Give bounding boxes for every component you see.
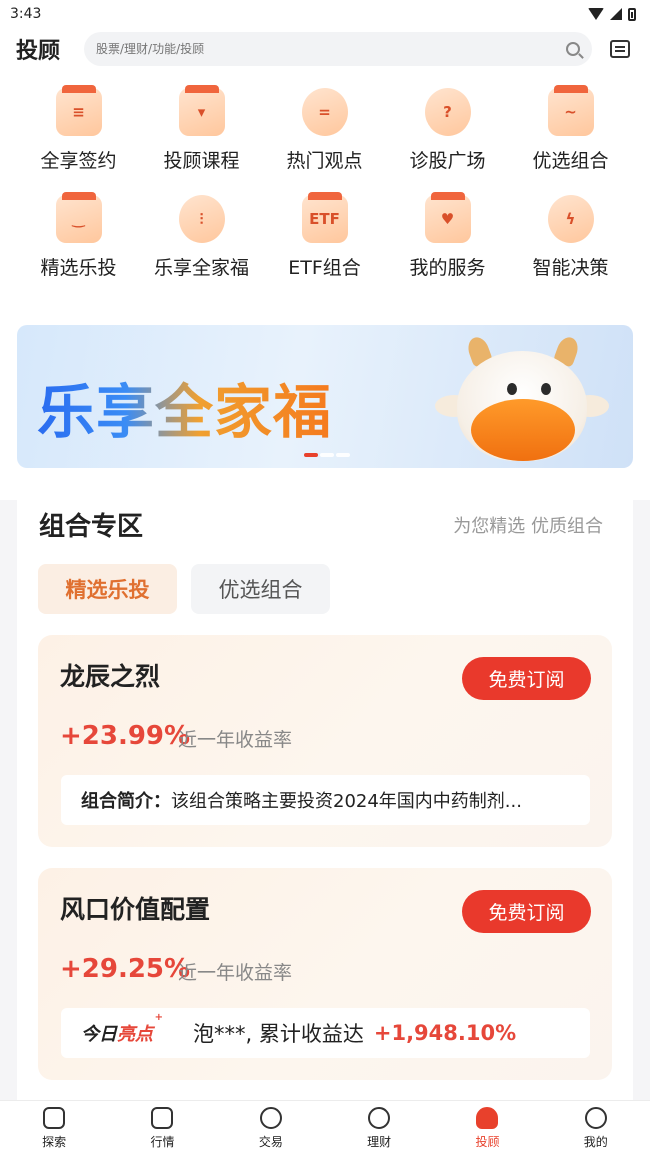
- advisor-person-icon: [476, 1106, 499, 1129]
- section-title: 组合专区: [39, 512, 144, 542]
- tabbar-item-trade[interactable]: 交易: [217, 1101, 325, 1155]
- grid-item-label: ETF组合: [288, 257, 361, 279]
- tabbar-item-market[interactable]: 行情: [108, 1101, 216, 1155]
- message-icon[interactable]: [610, 40, 630, 58]
- tabbar-label: 行情: [150, 1134, 175, 1149]
- battery-icon: [628, 7, 636, 21]
- portfolio-return-label: 近一年收益率: [178, 729, 293, 751]
- grid-item-label: 精选乐投: [40, 257, 117, 279]
- tabbar-label: 投顾: [475, 1134, 500, 1149]
- tabbar-item-explore[interactable]: 探索: [0, 1101, 108, 1155]
- grid-item-course[interactable]: ▾ 投顾课程: [140, 85, 263, 173]
- grid-item-label: 投顾课程: [163, 150, 240, 172]
- profile-face-icon: [584, 1106, 607, 1129]
- hot-opinion-icon: =: [301, 88, 348, 136]
- highlight-box: 今日亮点 泡***, 累计收益达 +1,948.10%: [61, 1008, 590, 1058]
- status-bar: 3:43: [0, 0, 650, 28]
- grid-item-family[interactable]: ⫶ 乐享全家福: [140, 195, 263, 280]
- pagination-dot: [320, 453, 334, 457]
- tabbar-label: 探索: [42, 1134, 67, 1149]
- portfolio-card[interactable]: 龙辰之烈 免费订阅 +23.99% 近一年收益率 组合简介： 该组合策略主要投资…: [38, 635, 612, 847]
- banner-title: 乐享全家福: [37, 365, 332, 449]
- explore-icon: [43, 1106, 66, 1129]
- portfolio-intro-box: 组合简介： 该组合策略主要投资2024年国内中药制剂...: [61, 775, 590, 825]
- badge-text-today: 今日: [81, 1024, 117, 1045]
- tab-selected-invest[interactable]: 精选乐投: [38, 564, 177, 614]
- banner-pagination: [304, 453, 350, 457]
- highlight-return-value: +1,948.10%: [373, 1021, 517, 1045]
- family-candle-icon: ⫶: [178, 195, 225, 243]
- pagination-dot: [336, 453, 350, 457]
- bottom-tab-bar: 探索 行情 交易 理财 投顾 我的: [0, 1100, 650, 1155]
- portfolio-section: 组合专区 为您精选 优质组合 精选乐投 优选组合 龙辰之烈 免费订阅 +23.9…: [17, 484, 633, 1124]
- grid-item-smart-decision[interactable]: ϟ 智能决策: [509, 195, 632, 280]
- grid-item-label: 乐享全家福: [153, 257, 249, 279]
- intro-text: 该组合策略主要投资2024年国内中药制剂...: [171, 791, 522, 812]
- portfolio-card[interactable]: 风口价值配置 免费订阅 +29.25% 近一年收益率 今日亮点 泡***, 累计…: [38, 868, 612, 1080]
- grid-item-hot-opinion[interactable]: = 热门观点: [263, 88, 386, 173]
- feature-grid: ≡ 全享签约 ▾ 投顾课程 = 热门观点 ? 诊股广场 ~ 优选组合 ‿ 精选乐…: [0, 85, 650, 280]
- portfolio-return-label: 近一年收益率: [178, 962, 293, 984]
- promo-banner[interactable]: 乐享全家福: [17, 325, 633, 468]
- grid-item-label: 全享签约: [40, 150, 117, 172]
- today-highlight-badge: 今日亮点: [81, 1012, 163, 1046]
- tabbar-label: 理财: [367, 1134, 392, 1149]
- heart-service-icon: ♥: [424, 192, 471, 243]
- tabbar-label: 交易: [258, 1134, 283, 1149]
- tabbar-item-wealth[interactable]: 理财: [325, 1101, 433, 1155]
- badge-text-highlight: 亮点: [117, 1024, 153, 1045]
- highlight-user-text: 泡***, 累计收益达: [193, 1022, 364, 1046]
- grid-item-stock-diagnosis[interactable]: ? 诊股广场: [386, 88, 509, 173]
- grid-item-selected-invest[interactable]: ‿ 精选乐投: [17, 192, 140, 280]
- intro-label: 组合简介：: [81, 791, 171, 812]
- status-time: 3:43: [10, 6, 42, 22]
- portfolio-name: 风口价值配置: [60, 895, 211, 924]
- market-chart-icon: [151, 1106, 174, 1129]
- wifi-icon: [588, 8, 604, 20]
- subscribe-button[interactable]: 免费订阅: [462, 657, 591, 700]
- cow-mascot-illustration: [435, 334, 609, 465]
- subscribe-button[interactable]: 免费订阅: [462, 890, 591, 933]
- search-box[interactable]: [84, 32, 592, 66]
- section-subtitle: 为您精选 优质组合: [453, 516, 603, 537]
- course-book-icon: ▾: [178, 85, 225, 136]
- portfolio-chart-icon: ~: [547, 85, 594, 136]
- pagination-dot-active: [304, 453, 318, 457]
- tab-preferred-portfolio[interactable]: 优选组合: [191, 564, 330, 614]
- tabbar-item-profile[interactable]: 我的: [542, 1101, 650, 1155]
- contract-icon: ≡: [55, 85, 102, 136]
- grid-item-label: 智能决策: [532, 257, 609, 279]
- tabbar-label: 我的: [583, 1134, 608, 1149]
- grid-item-label: 我的服务: [409, 257, 486, 279]
- search-input[interactable]: [96, 42, 536, 56]
- money-bag-icon: [368, 1106, 391, 1129]
- etf-icon: ETF: [301, 192, 348, 243]
- grid-item-portfolio[interactable]: ~ 优选组合: [509, 85, 632, 173]
- grid-item-label: 优选组合: [532, 150, 609, 172]
- grid-item-label: 热门观点: [286, 150, 363, 172]
- grid-item-contract[interactable]: ≡ 全享签约: [17, 85, 140, 173]
- smile-box-icon: ‿: [55, 192, 102, 243]
- grid-item-etf[interactable]: ETF ETF组合: [263, 192, 386, 280]
- signal-icon: [610, 8, 622, 20]
- header: 投顾: [0, 28, 650, 70]
- tabbar-item-advisor[interactable]: 投顾: [433, 1101, 541, 1155]
- lightbulb-icon: ϟ: [547, 195, 594, 243]
- portfolio-name: 龙辰之烈: [60, 662, 161, 691]
- page-title: 投顾: [16, 39, 61, 64]
- portfolio-return: +29.25%: [60, 954, 191, 984]
- search-icon[interactable]: [566, 42, 580, 56]
- grid-item-my-service[interactable]: ♥ 我的服务: [386, 192, 509, 280]
- stock-diagnosis-icon: ?: [424, 88, 471, 136]
- portfolio-return: +23.99%: [60, 721, 191, 751]
- grid-item-label: 诊股广场: [409, 150, 486, 172]
- yen-shield-icon: [259, 1106, 282, 1129]
- status-icons: [588, 7, 636, 21]
